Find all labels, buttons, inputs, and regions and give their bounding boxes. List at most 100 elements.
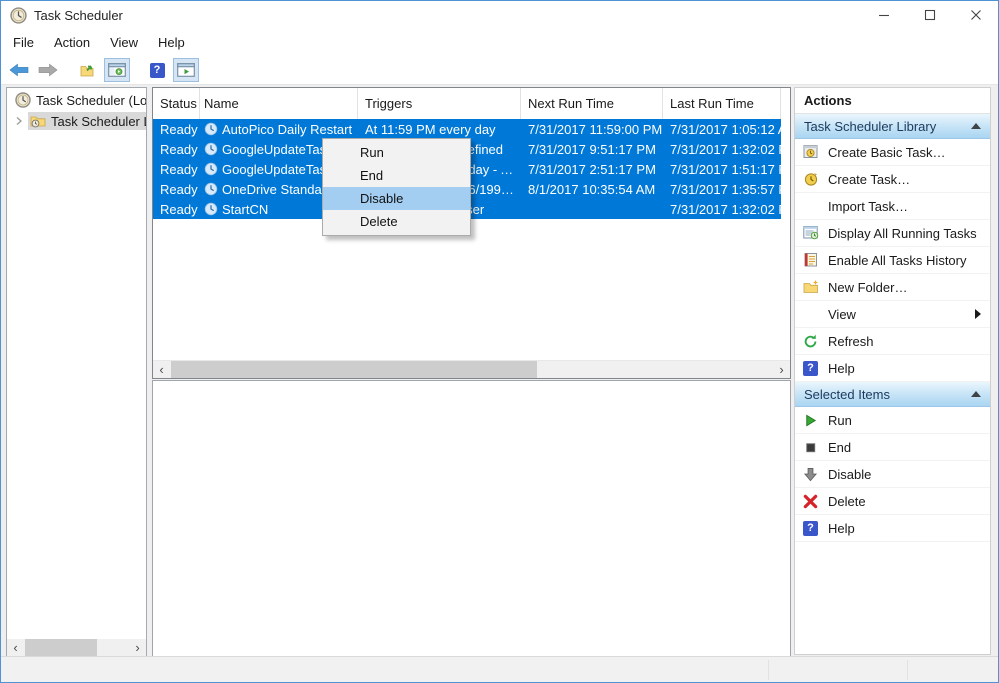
maximize-icon [924, 9, 936, 21]
action-display-all-running-tasks[interactable]: Display All Running Tasks [795, 220, 990, 247]
task-clock-icon [204, 202, 218, 216]
action-label: Create Basic Task… [828, 145, 946, 160]
column-header-status[interactable]: Status [153, 88, 200, 119]
back-arrow-icon [9, 63, 29, 77]
title-bar[interactable]: Task Scheduler [0, 0, 999, 30]
action-label: Refresh [828, 334, 874, 349]
statusbar-separator [768, 660, 769, 680]
next-run-cell: 7/31/2017 9:51:17 PM [521, 142, 663, 157]
action-label: Help [828, 361, 855, 376]
help-icon: ? [150, 63, 165, 78]
menu-bar: File Action View Help [0, 30, 999, 56]
action-label: Display All Running Tasks [828, 226, 977, 241]
collapse-up-icon[interactable] [971, 123, 981, 129]
section-header-task-scheduler-library[interactable]: Task Scheduler Library [795, 114, 990, 139]
clock-icon [15, 92, 31, 108]
scroll-right-arrow[interactable]: › [773, 361, 790, 378]
console-tree-panel: Task Scheduler (Local) Task Scheduler Li… [6, 87, 147, 657]
scroll-left-arrow[interactable]: ‹ [153, 361, 170, 378]
tree-item-label: Task Scheduler (Local) [36, 93, 146, 108]
action-run[interactable]: Run [795, 407, 990, 434]
context-menu-item-run[interactable]: Run [323, 141, 470, 164]
scroll-left-arrow[interactable]: ‹ [7, 639, 24, 656]
context-menu-item-disable[interactable]: Disable [323, 187, 470, 210]
next-run-cell: 7/31/2017 11:59:00 PM [521, 122, 663, 137]
window-title: Task Scheduler [34, 8, 123, 23]
folder-clock-icon [30, 113, 46, 129]
list-horizontal-scrollbar[interactable]: ‹ › [153, 360, 790, 378]
tree-item-label: Task Scheduler Library [51, 114, 146, 129]
submenu-right-arrow-icon [975, 309, 981, 319]
scrollbar-thumb[interactable] [171, 361, 537, 378]
create-basic-task-icon [802, 144, 819, 161]
collapse-up-icon[interactable] [971, 391, 981, 397]
column-header-filler [781, 88, 790, 119]
action-new-folder[interactable]: New Folder… [795, 274, 990, 301]
column-header-last-run-time[interactable]: Last Run Time [663, 88, 781, 119]
tree-horizontal-scrollbar[interactable]: ‹ › [7, 639, 146, 656]
menu-view[interactable]: View [100, 32, 148, 54]
help-button[interactable]: ? [144, 58, 170, 82]
scroll-right-arrow[interactable]: › [129, 639, 146, 656]
last-run-cell: 7/31/2017 1:32:02 PM [663, 142, 781, 157]
action-help-selected[interactable]: ? Help [795, 515, 990, 542]
action-refresh[interactable]: Refresh [795, 328, 990, 355]
minimize-button[interactable] [861, 0, 907, 30]
action-disable[interactable]: Disable [795, 461, 990, 488]
action-import-task[interactable]: Import Task… [795, 193, 990, 220]
close-button[interactable] [953, 0, 999, 30]
tree-item-task-scheduler-library[interactable]: Task Scheduler Library [7, 112, 146, 130]
task-clock-icon [204, 122, 218, 136]
context-menu-item-end[interactable]: End [323, 164, 470, 187]
actions-panel: Actions Task Scheduler Library Create Ba… [794, 87, 991, 655]
task-details-pane [152, 380, 791, 657]
new-folder-icon [802, 279, 819, 296]
status-cell: Ready [153, 122, 200, 137]
action-create-basic-task[interactable]: Create Basic Task… [795, 139, 990, 166]
section-header-selected-items[interactable]: Selected Items [795, 382, 990, 407]
action-label: New Folder… [828, 280, 907, 295]
back-button[interactable] [6, 58, 32, 82]
action-view[interactable]: View [795, 301, 990, 328]
action-label: Create Task… [828, 172, 910, 187]
name-cell: AutoPico Daily Restart [200, 122, 358, 137]
action-label: View [828, 307, 856, 322]
task-row[interactable]: Ready AutoPico Daily Restart At 11:59 PM… [153, 119, 781, 139]
menu-help[interactable]: Help [148, 32, 195, 54]
status-cell: Ready [153, 202, 200, 217]
action-delete[interactable]: Delete [795, 488, 990, 515]
window-controls [861, 0, 999, 30]
menu-file[interactable]: File [3, 32, 44, 54]
column-header-name[interactable]: Name [200, 88, 358, 119]
show-console-tree-button[interactable] [104, 58, 130, 82]
forward-button[interactable] [35, 58, 61, 82]
task-list-pane: Status Name Triggers Next Run Time Last … [152, 87, 791, 379]
task-name: AutoPico Daily Restart [222, 122, 352, 137]
task-scheduler-app-icon [10, 7, 27, 24]
menu-action[interactable]: Action [44, 32, 100, 54]
status-cell: Ready [153, 142, 200, 157]
column-header-next-run-time[interactable]: Next Run Time [521, 88, 663, 119]
last-run-cell: 7/31/2017 1:32:02 PM [663, 202, 781, 217]
task-clock-icon [204, 182, 218, 196]
forward-arrow-icon [38, 63, 58, 77]
scrollbar-thumb[interactable] [25, 639, 97, 656]
action-label: Enable All Tasks History [828, 253, 967, 268]
column-header-triggers[interactable]: Triggers [358, 88, 521, 119]
action-help-library[interactable]: ? Help [795, 355, 990, 382]
show-action-pane-button[interactable] [173, 58, 199, 82]
status-cell: Ready [153, 182, 200, 197]
maximize-button[interactable] [907, 0, 953, 30]
action-end[interactable]: End [795, 434, 990, 461]
action-create-task[interactable]: Create Task… [795, 166, 990, 193]
display-running-tasks-icon [802, 225, 819, 242]
status-bar [0, 656, 999, 683]
help-icon: ? [802, 360, 819, 377]
action-enable-all-tasks-history[interactable]: Enable All Tasks History [795, 247, 990, 274]
chevron-right-icon[interactable] [14, 116, 24, 126]
context-menu-item-delete[interactable]: Delete [323, 210, 470, 233]
task-name: StartCN [222, 202, 268, 217]
blank-icon [802, 306, 819, 323]
export-list-button[interactable] [75, 58, 101, 82]
tree-item-task-scheduler-local[interactable]: Task Scheduler (Local) [7, 91, 146, 109]
